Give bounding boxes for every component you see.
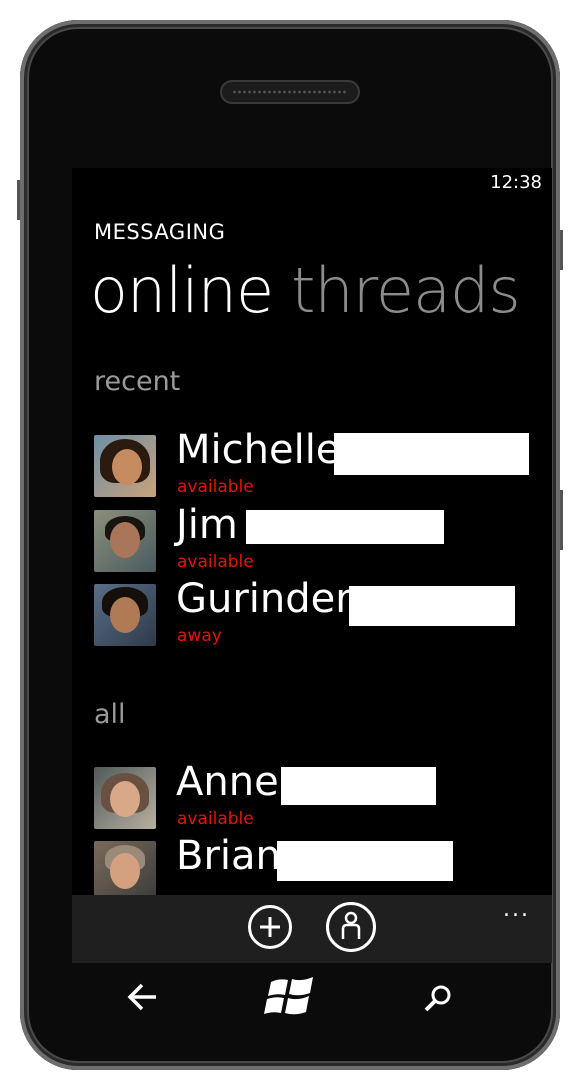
redaction-bar [349,586,515,626]
contact-item[interactable]: Anne available [94,759,544,833]
more-options-button[interactable]: ... [503,897,530,922]
contact-button[interactable] [326,902,376,952]
add-icon [260,917,280,937]
pivot-item-online[interactable]: online [90,254,274,327]
app-title: MESSAGING [94,220,226,244]
contact-name: Anne [176,759,279,805]
contact-item[interactable]: Gurinder away [94,576,544,650]
contact-name: Michelle [176,427,341,473]
side-button [560,490,563,550]
contact-icon [341,911,361,939]
phone-frame: 12:38 MESSAGING online threads recent Mic… [17,20,563,1070]
section-header-all: all [94,699,126,730]
app-bar: ... [72,895,552,963]
redaction-bar [277,841,453,881]
contact-status: away [177,626,222,646]
contact-item[interactable]: Michelle available [94,427,544,501]
status-clock: 12:38 [490,172,542,193]
side-button [560,230,563,270]
contact-status: available [177,809,254,829]
section-header-recent: recent [94,366,181,397]
earpiece-speaker [220,80,360,104]
avatar [94,510,156,572]
avatar [94,841,156,903]
contact-name: Jim [176,502,238,548]
add-button[interactable] [248,905,292,949]
redaction-bar [281,767,436,805]
avatar [94,435,156,497]
contact-name: Brian [176,833,281,879]
side-button [17,180,20,220]
avatar [94,584,156,646]
contact-status: available [177,552,254,572]
redaction-bar [246,510,444,544]
contact-status: available [177,477,254,497]
avatar [94,767,156,829]
windows-start-icon[interactable] [263,974,319,1020]
pivot-item-threads[interactable]: threads [291,254,521,327]
search-icon[interactable] [422,982,456,1016]
contact-item[interactable]: Jim available [94,502,544,576]
redaction-bar [334,433,529,475]
pivot-header: online threads [90,254,521,327]
contact-name: Gurinder [176,576,352,622]
back-icon[interactable] [126,982,160,1012]
screen: 12:38 MESSAGING online threads recent Mic… [72,168,552,963]
